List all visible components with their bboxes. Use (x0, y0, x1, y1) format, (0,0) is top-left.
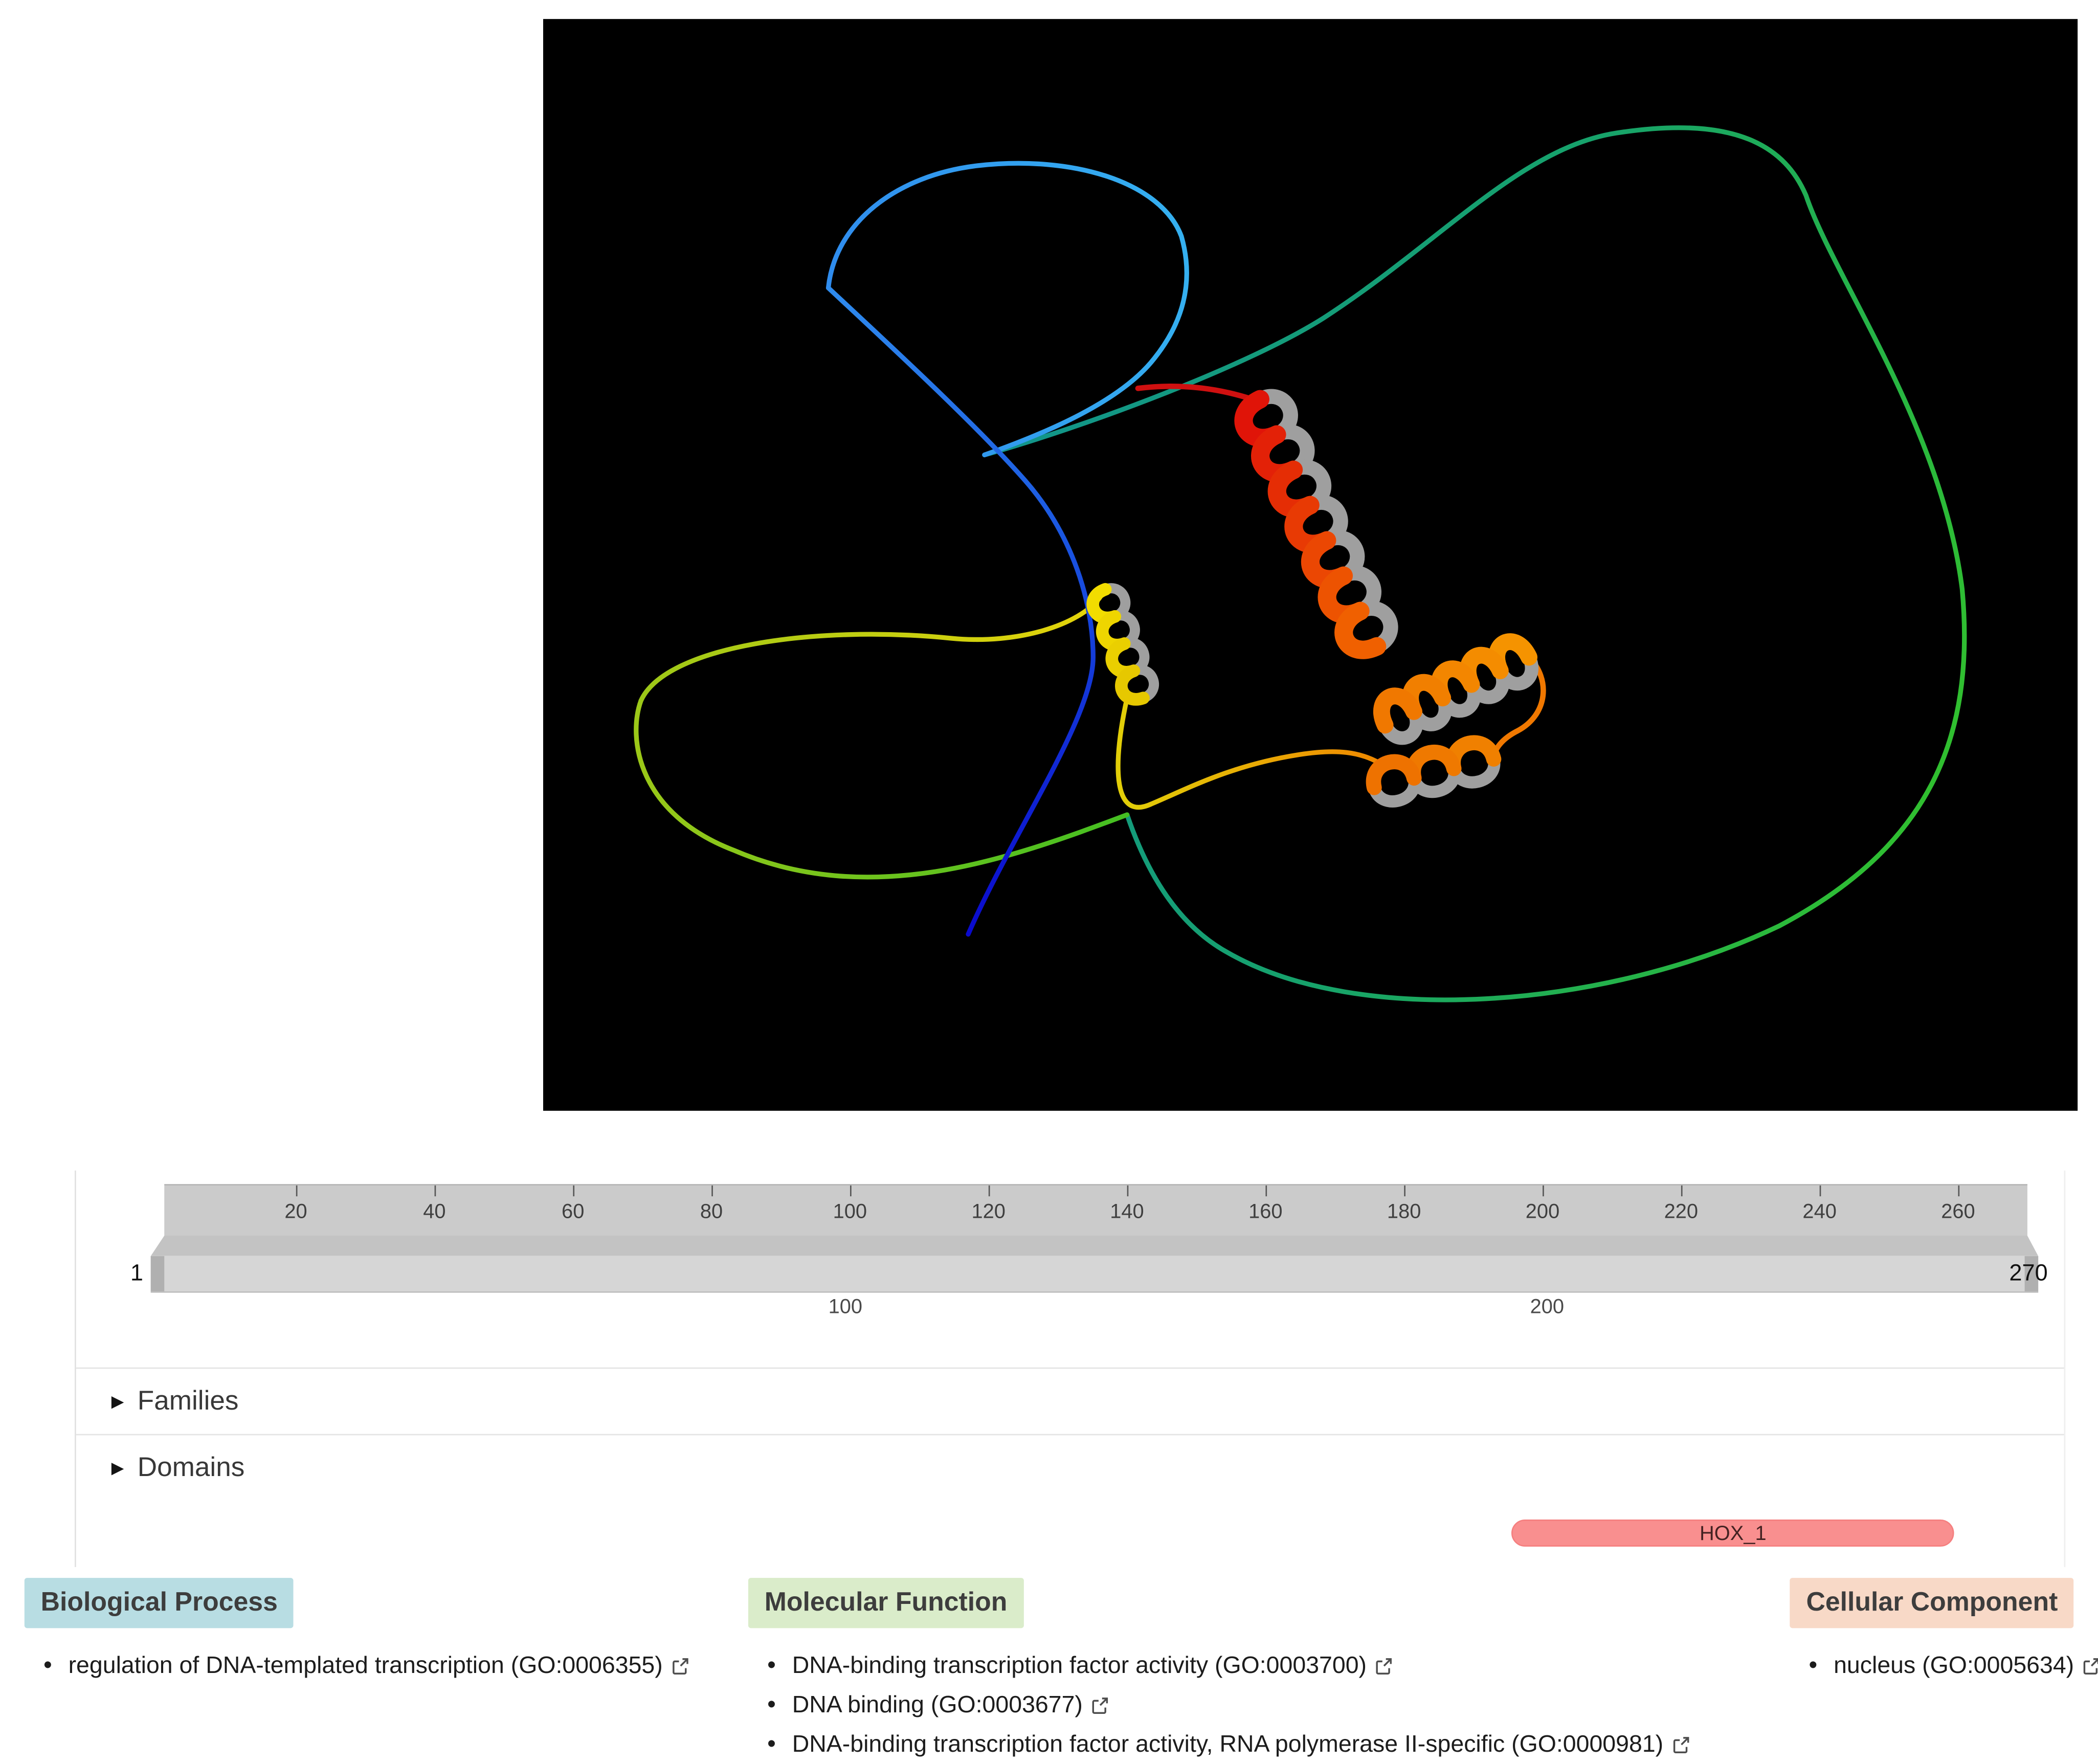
tick-mark (1127, 1185, 1129, 1197)
bullet: • (1809, 1651, 1818, 1679)
tick-mark (296, 1185, 298, 1197)
structure-viewer[interactable] (543, 19, 2078, 1111)
go-term-text: nucleus (GO:0005634) (1834, 1651, 2074, 1679)
chevron-right-icon: ▶ (111, 1392, 124, 1411)
ribbon-loop-lightblue (825, 161, 1189, 458)
helix-group (1086, 389, 1539, 808)
tick-mark (434, 1185, 436, 1197)
external-link-icon[interactable] (671, 1656, 690, 1675)
tick-mark (573, 1185, 574, 1197)
sequence-ruler: 20 40 60 80 100 120 140 160 180 200 220 240 260 (164, 1184, 2027, 1237)
ribbon-strand-gold (1115, 696, 1382, 810)
external-link-icon[interactable] (1375, 1656, 1394, 1675)
go-term-text: DNA binding (GO:0003677) (792, 1690, 1083, 1718)
tick-mark (1819, 1185, 1821, 1197)
domains-track-body: HOX_1 (76, 1501, 2064, 1590)
go-term-item: • DNA-binding transcription factor activi… (748, 1646, 1790, 1685)
tick-mark (1681, 1185, 1683, 1197)
ribbon-coil-yellowgreen-yellow (638, 595, 1103, 703)
tick-number: 140 (1110, 1200, 1144, 1224)
go-term-item: • nucleus (GO:0005634) (1790, 1646, 2098, 1685)
go-badge-biological-process: Biological Process (24, 1578, 294, 1628)
tick-number: 120 (971, 1200, 1006, 1224)
go-list: • DNA-binding transcription factor activi… (748, 1646, 1790, 1764)
go-term-item: • DNA-binding transcription factor activi… (748, 1725, 1790, 1764)
tick-mark (1404, 1185, 1405, 1197)
tick-mark (988, 1185, 990, 1197)
go-column-biological-process: Biological Process • regulation of DNA-te… (24, 1578, 748, 1764)
tick-number: 80 (700, 1200, 723, 1224)
axis-label: 100 (828, 1295, 863, 1319)
tick-number: 100 (833, 1200, 867, 1224)
helix-front-segment (1366, 754, 1422, 795)
go-term-text: DNA-binding transcription factor activit… (792, 1651, 1367, 1679)
tick-mark (711, 1185, 713, 1197)
domains-label: Domains (137, 1452, 245, 1482)
track-sections: ▶ Families ▶ Domains HOX_1 (76, 1367, 2064, 1590)
external-link-icon[interactable] (1091, 1695, 1110, 1714)
ribbon-coil-green-yellowgreen (634, 698, 1130, 880)
go-column-cellular-component: Cellular Component • nucleus (GO:0005634) (1790, 1578, 2098, 1764)
tick-number: 260 (1941, 1200, 1975, 1224)
sequence-end-label: 270 (2009, 1260, 2048, 1286)
tick-number: 160 (1248, 1200, 1283, 1224)
tick-number: 240 (1802, 1200, 1837, 1224)
go-list: • nucleus (GO:0005634) (1790, 1646, 2098, 1685)
helix-front-segment (1373, 687, 1422, 734)
protein-ribbon-canvas (634, 125, 1967, 1002)
tick-number: 200 (1525, 1200, 1560, 1224)
families-label: Families (137, 1386, 239, 1416)
bullet: • (767, 1730, 776, 1757)
bullet: • (767, 1651, 776, 1679)
navigator-left-handle[interactable] (150, 1256, 165, 1291)
bullet: • (767, 1690, 776, 1718)
go-column-molecular-function: Molecular Function • DNA-binding transcri… (748, 1578, 1790, 1764)
external-link-icon[interactable] (2082, 1656, 2098, 1675)
tick-mark (1265, 1185, 1267, 1197)
ribbon-strand-blue (825, 285, 1096, 937)
sequence-navigator[interactable] (150, 1256, 2039, 1293)
ribbon-coil-teal-green (982, 125, 1967, 1002)
tick-mark (850, 1185, 852, 1197)
track-section-families[interactable]: ▶ Families (76, 1367, 2064, 1434)
go-list: • regulation of DNA-templated transcripti… (25, 1646, 748, 1685)
feature-panel: 20 40 60 80 100 120 140 160 180 200 220 240 260 1 27… (75, 1170, 2066, 1567)
go-badge-molecular-function: Molecular Function (748, 1578, 1024, 1628)
tick-mark (1958, 1185, 1960, 1197)
tick-mark (1542, 1185, 1544, 1197)
ruler-connector (150, 1236, 2039, 1256)
tick-number: 180 (1387, 1200, 1421, 1224)
chevron-right-icon: ▶ (111, 1458, 124, 1478)
go-term-item: • regulation of DNA-templated transcripti… (25, 1646, 748, 1685)
tick-number: 60 (562, 1200, 585, 1224)
go-term-text: DNA-binding transcription factor activit… (792, 1730, 1664, 1757)
domain-pill-hox_1[interactable]: HOX_1 (1512, 1519, 1954, 1547)
go-annotations: Biological Process • regulation of DNA-te… (0, 1578, 2098, 1764)
axis-label: 200 (1530, 1295, 1565, 1319)
tick-number: 40 (423, 1200, 446, 1224)
go-term-item: • DNA binding (GO:0003677) (748, 1685, 1790, 1725)
bullet: • (43, 1651, 52, 1679)
domain-track: HOX_1 (151, 1519, 2038, 1549)
track-section-domains[interactable]: ▶ Domains (76, 1434, 2064, 1501)
tick-number: 20 (284, 1200, 307, 1224)
external-link-icon[interactable] (1671, 1735, 1690, 1754)
helix-front-segment (1334, 601, 1387, 659)
helix-front-segment (1115, 664, 1150, 706)
tick-number: 220 (1664, 1200, 1699, 1224)
sequence-start-label: 1 (130, 1260, 144, 1286)
navigator-axis: 100 200 (151, 1296, 2038, 1323)
page: 20 40 60 80 100 120 140 160 180 200 220 240 260 1 27… (0, 0, 2098, 1757)
go-badge-cellular-component: Cellular Component (1790, 1578, 2074, 1628)
go-term-text: regulation of DNA-templated transcriptio… (68, 1651, 663, 1679)
